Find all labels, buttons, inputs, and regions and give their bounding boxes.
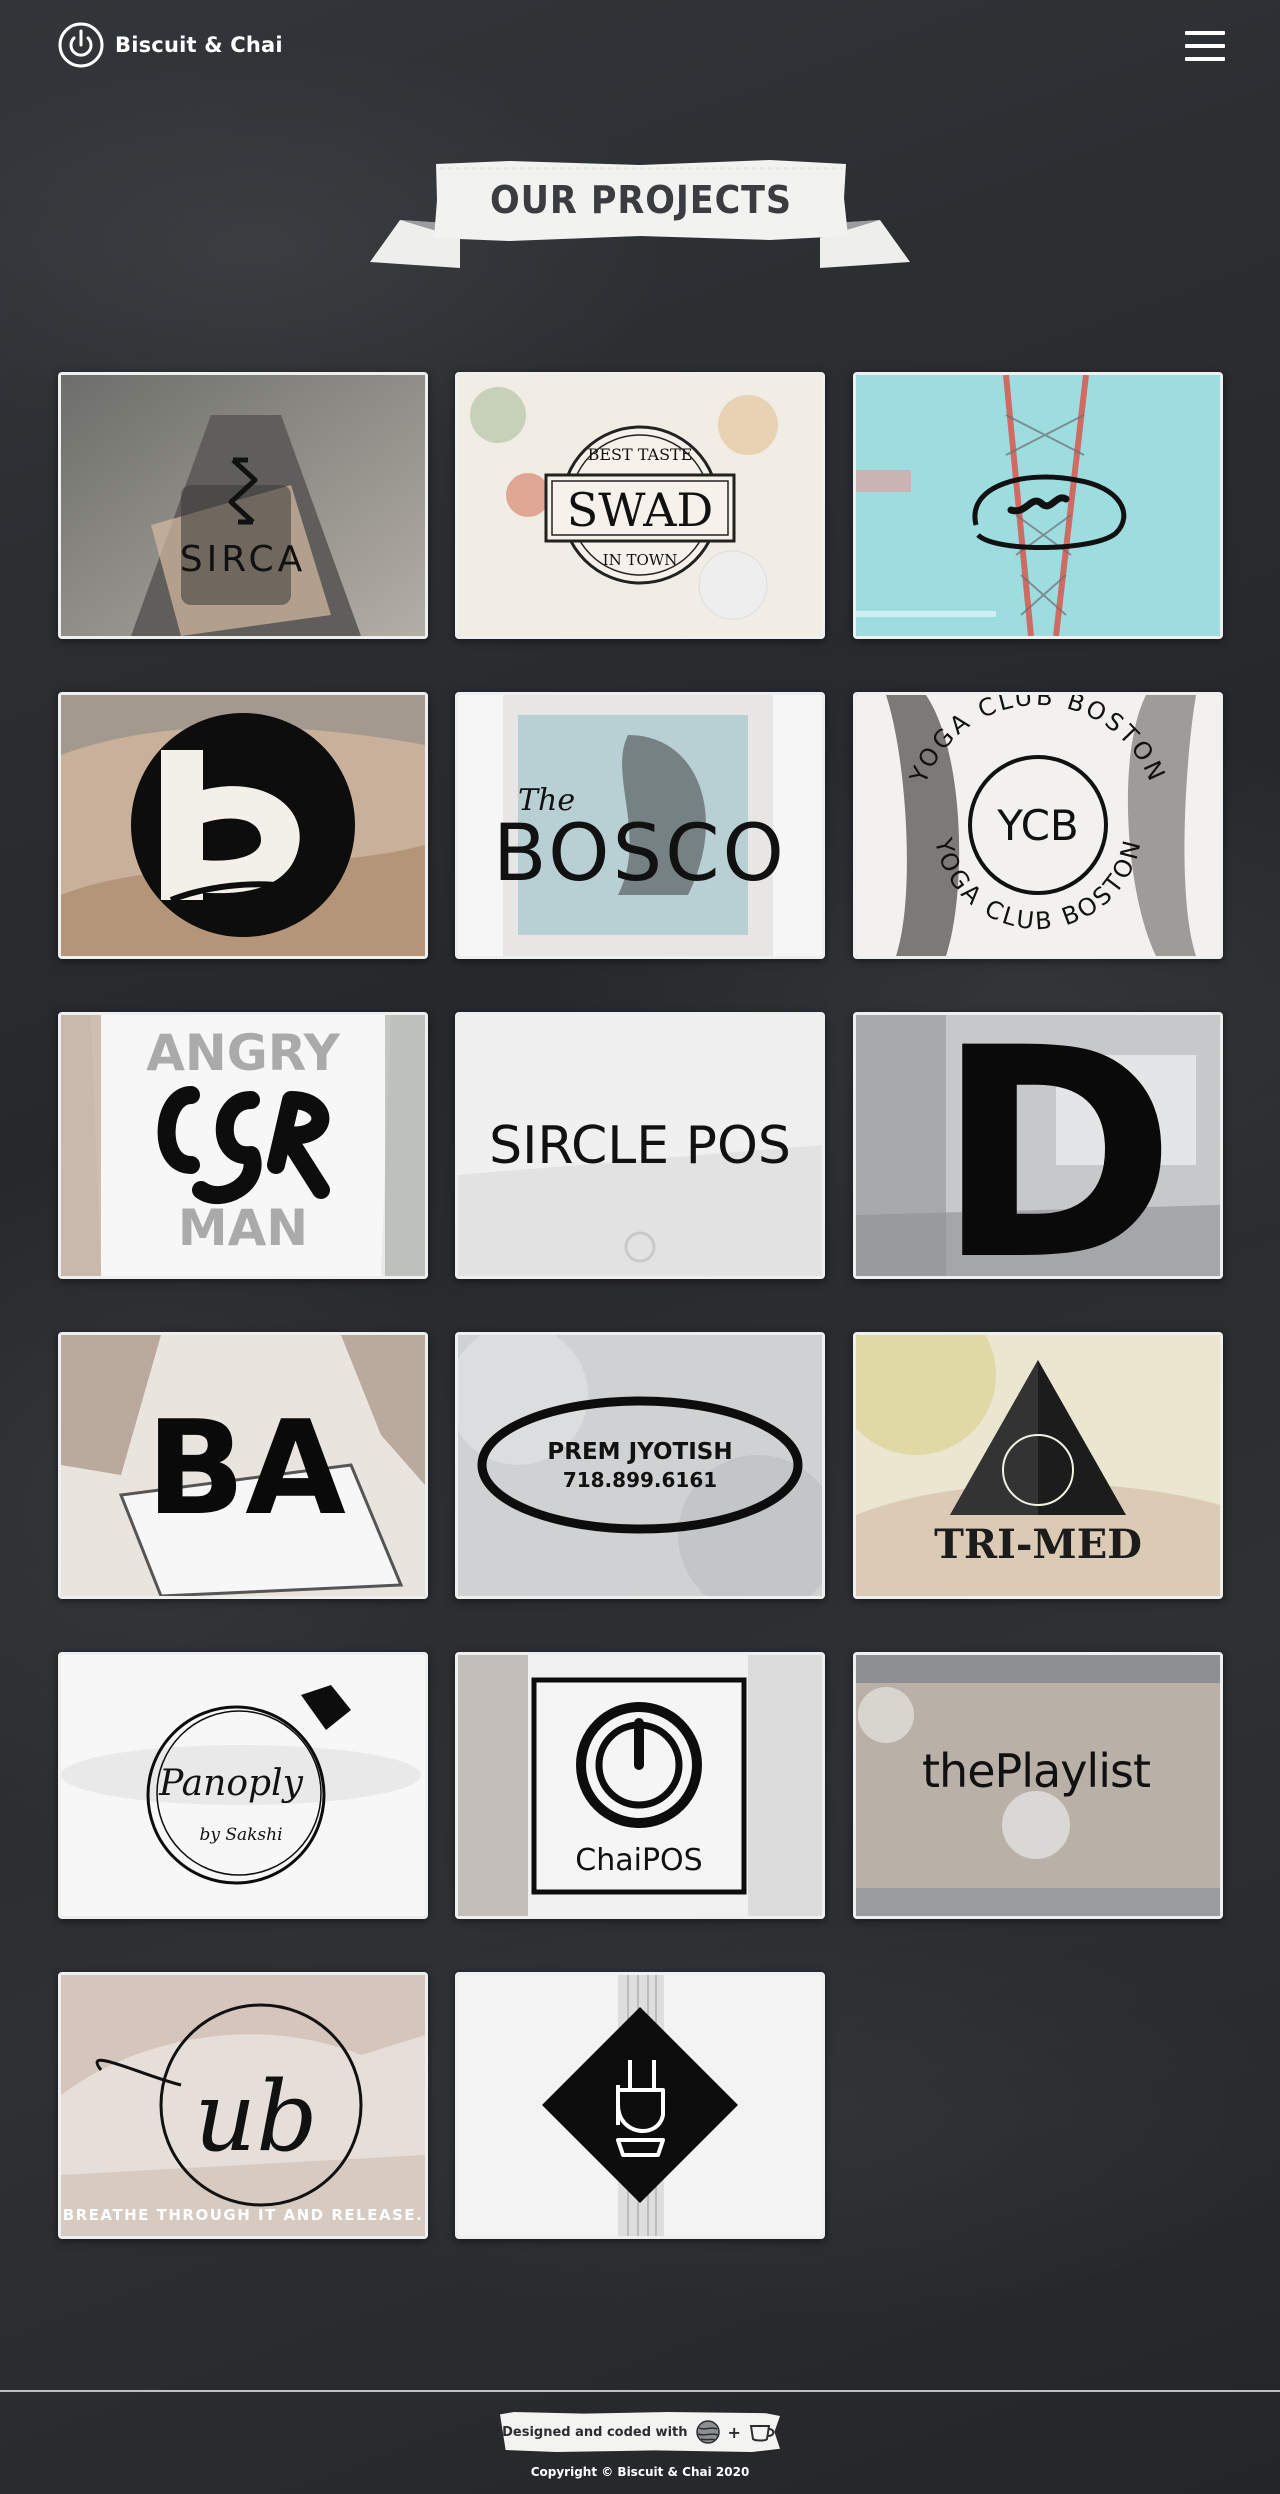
project-logo-text: SIRCA (180, 539, 306, 580)
svg-text:718.899.6161: 718.899.6161 (563, 1468, 717, 1492)
project-logo-text: SWAD (567, 483, 714, 537)
svg-text:BEST TASTE: BEST TASTE (588, 445, 693, 464)
project-card[interactable]: PREM JYOTISH 718.899.6161 (455, 1332, 825, 1599)
project-card[interactable] (853, 372, 1223, 639)
project-logo-text: SIRCLE POS (489, 1116, 791, 1176)
hamburger-menu-icon[interactable] (1185, 31, 1225, 61)
project-card[interactable]: Panoply by Sakshi (58, 1652, 428, 1919)
project-card[interactable]: SIRCA (58, 372, 428, 639)
project-logo-text: BOSCO (493, 809, 787, 899)
footer-divider (0, 2390, 1280, 2392)
project-logo-text: BA (146, 1392, 346, 1544)
project-logo-text: Panoply (158, 1763, 303, 1804)
project-logo-text: ChaiPOS (575, 1843, 702, 1878)
project-card[interactable]: SWAD BEST TASTE IN TOWN (455, 372, 825, 639)
svg-text:MAN: MAN (178, 1199, 308, 1257)
project-card[interactable]: D (853, 1012, 1223, 1279)
svg-text:IN TOWN: IN TOWN (603, 551, 678, 569)
svg-text:ANGRY: ANGRY (146, 1024, 340, 1082)
project-logo-text: PREM JYOTISH (547, 1439, 732, 1465)
project-logo-text: YCB (996, 801, 1079, 850)
tea-cup-icon (749, 2425, 775, 2442)
section-title: OUR PROJECTS (489, 178, 793, 222)
project-card[interactable] (455, 1972, 825, 2239)
brand-link[interactable]: Biscuit & Chai (57, 21, 283, 69)
project-card[interactable]: ub BREATHE THROUGH IT AND RELEASE. (58, 1972, 428, 2239)
project-card[interactable]: SIRCLE POS (455, 1012, 825, 1279)
power-icon (58, 22, 104, 68)
project-card[interactable]: YOGA CLUB BOSTON YOGA CLUB BOSTON YCB (853, 692, 1223, 959)
project-card[interactable]: TRI-MED (853, 1332, 1223, 1599)
project-card[interactable]: The BOSCO (455, 692, 825, 959)
globe-icon (695, 2420, 720, 2444)
project-logo-text: TRI-MED (934, 1521, 1142, 1568)
project-card[interactable]: ANGRY MAN (58, 1012, 428, 1279)
project-card[interactable]: thePlaylist (853, 1652, 1223, 1919)
svg-text:by Sakshi: by Sakshi (199, 1825, 282, 1845)
footer-credit: Designed and coded with + (500, 2412, 780, 2452)
brand-name: Biscuit & Chai (115, 33, 283, 57)
project-card[interactable] (58, 692, 428, 959)
credit-label: Designed and coded with (502, 2424, 688, 2440)
project-logo-text: D (936, 1015, 1177, 1276)
svg-text:BREATHE THROUGH IT AND RELEASE: BREATHE THROUGH IT AND RELEASE. (63, 2206, 424, 2224)
credit-plus: + (727, 2422, 741, 2442)
navbar: Biscuit & Chai (0, 0, 1280, 92)
copyright-text: Copyright © Biscuit & Chai 2020 (530, 2465, 750, 2479)
project-logo-text: thePlaylist (922, 1744, 1150, 1798)
project-logo-text: ub (194, 2061, 317, 2173)
project-card[interactable]: BA (58, 1332, 428, 1599)
project-card[interactable]: ChaiPOS (455, 1652, 825, 1919)
section-title-banner: OUR PROJECTS (370, 158, 910, 270)
